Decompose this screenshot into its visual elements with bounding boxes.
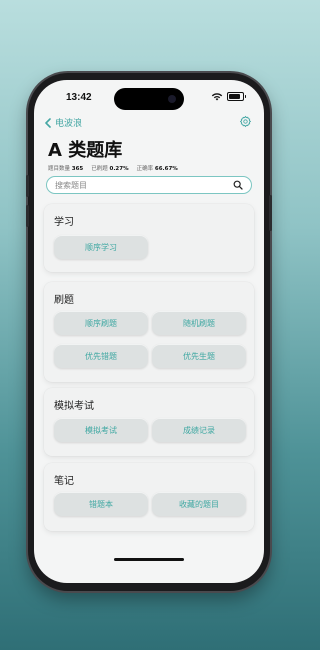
back-label: 电波浪 [55,119,83,129]
random-practice-button[interactable]: 随机刷题 [152,311,246,335]
home-indicator[interactable] [114,558,184,561]
unseen-first-button[interactable]: 优先生题 [152,344,246,368]
section-title: 笔记 [54,476,74,487]
search-bar [46,176,252,194]
stat-progress: 已刷题 0.27% [91,166,129,172]
gear-icon[interactable] [239,115,252,128]
search-input[interactable] [55,179,225,191]
section-practice: 刷题 顺序刷题 随机刷题 优先错题 优先生题 [44,282,254,382]
stat-accuracy: 正确率 66.67% [136,166,178,172]
chevron-left-icon [45,117,51,128]
favorites-button[interactable]: 收藏的题目 [152,492,246,516]
sequential-study-button[interactable]: 顺序学习 [54,235,148,259]
sequential-practice-button[interactable]: 顺序刷题 [54,311,148,335]
nav-bar: 电波浪 [34,114,264,132]
side-button-left [26,175,29,197]
section-study: 学习 顺序学习 [44,204,254,272]
camera-icon [168,95,176,103]
section-notes: 笔记 错题本 收藏的题目 [44,463,254,531]
mock-exam-button[interactable]: 模拟考试 [54,418,148,442]
search-icon[interactable] [233,180,243,190]
wifi-icon [211,93,223,101]
section-title: 模拟考试 [54,401,94,412]
side-button-left-2 [26,205,29,227]
side-button-right [269,195,272,231]
wrong-first-button[interactable]: 优先错题 [54,344,148,368]
status-bar: 13:42 [34,80,264,112]
status-icons [211,92,246,101]
wrong-book-button[interactable]: 错题本 [54,492,148,516]
status-time: 13:42 [66,92,92,103]
battery-icon [227,92,246,101]
stats-row: 题目数量 365 已刷题 0.27% 正确率 66.67% [48,164,178,172]
section-title: 学习 [54,217,74,228]
score-record-button[interactable]: 成绩记录 [152,418,246,442]
page-title: A 类题库 [48,140,123,161]
dynamic-island [114,88,184,110]
section-mock-exam: 模拟考试 模拟考试 成绩记录 [44,388,254,456]
section-title: 刷题 [54,295,74,306]
app-screen: 13:42 电波浪 A 类题库 题目数量 365 已刷题 0.27% 正确率 6… [34,80,264,583]
back-button[interactable]: 电波浪 [44,116,82,129]
stat-question-count: 题目数量 365 [48,166,84,172]
